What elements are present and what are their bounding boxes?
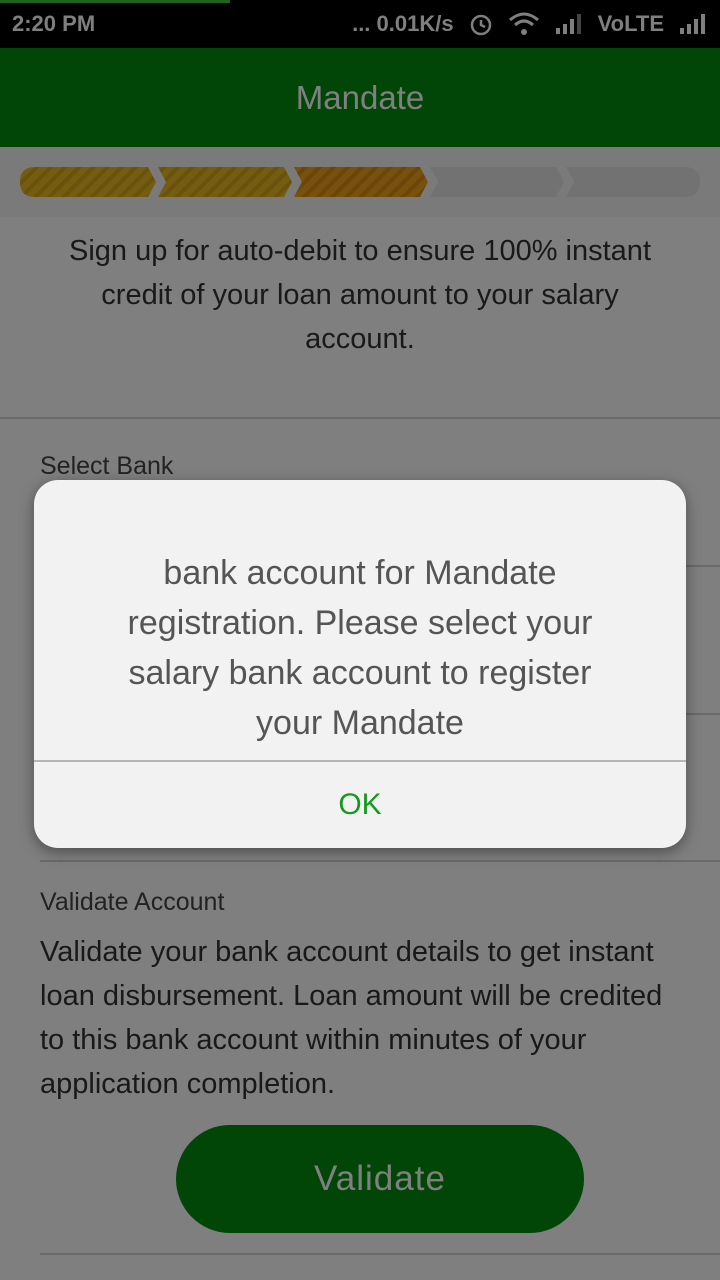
dialog-message: bank account for Mandate registration. P… (127, 554, 593, 742)
alert-dialog: bank account for Mandate registration. P… (34, 480, 686, 848)
ok-button[interactable]: OK (34, 762, 686, 848)
dialog-message-area: bank account for Mandate registration. P… (34, 480, 686, 760)
